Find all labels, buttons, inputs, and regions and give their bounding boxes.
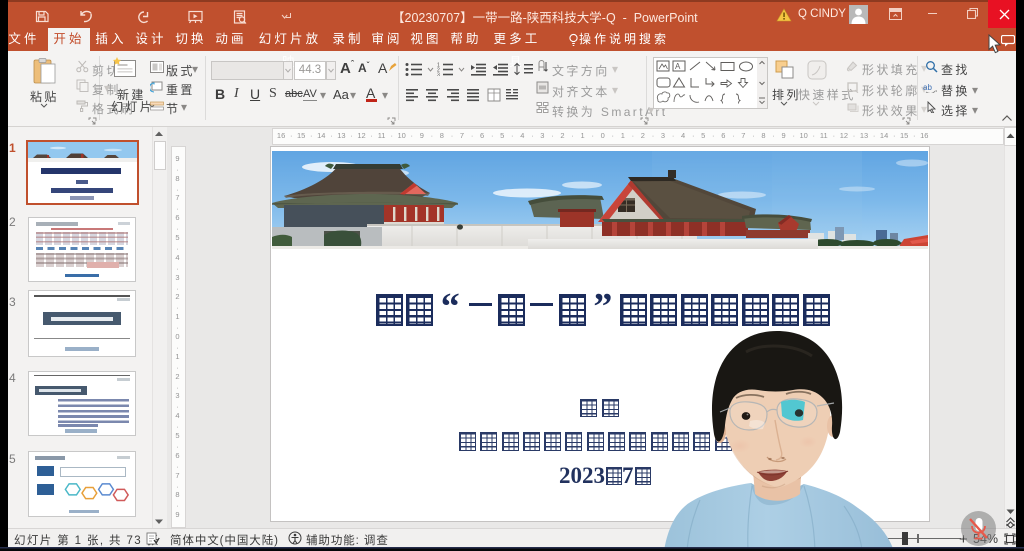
svg-text:3: 3 bbox=[437, 72, 440, 76]
svg-text:A: A bbox=[675, 62, 681, 71]
svg-text:ab: ab bbox=[923, 83, 932, 92]
